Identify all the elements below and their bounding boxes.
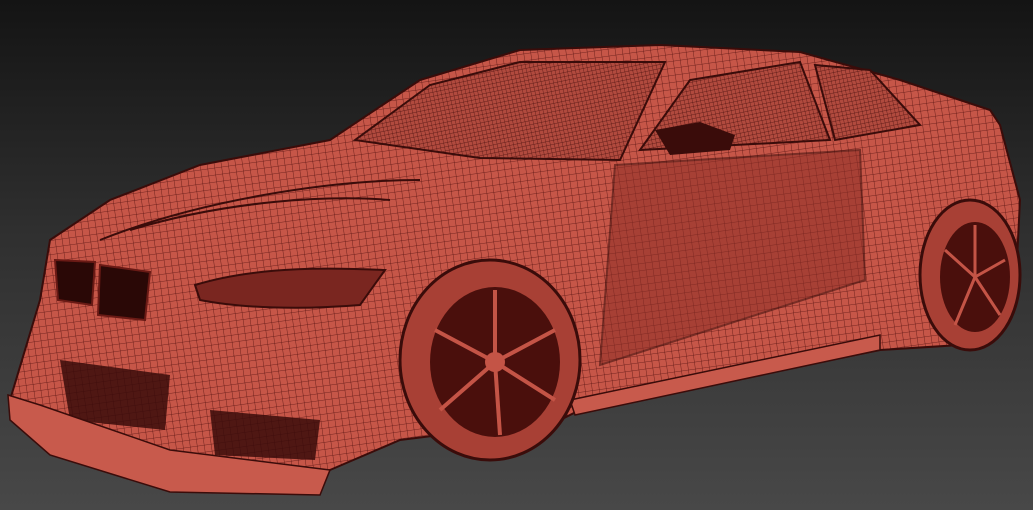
car-wireframe-model (7, 43, 1022, 496)
rear-wheel (918, 198, 1022, 352)
front-wheel (398, 258, 582, 462)
3d-viewport[interactable] (0, 0, 1033, 510)
